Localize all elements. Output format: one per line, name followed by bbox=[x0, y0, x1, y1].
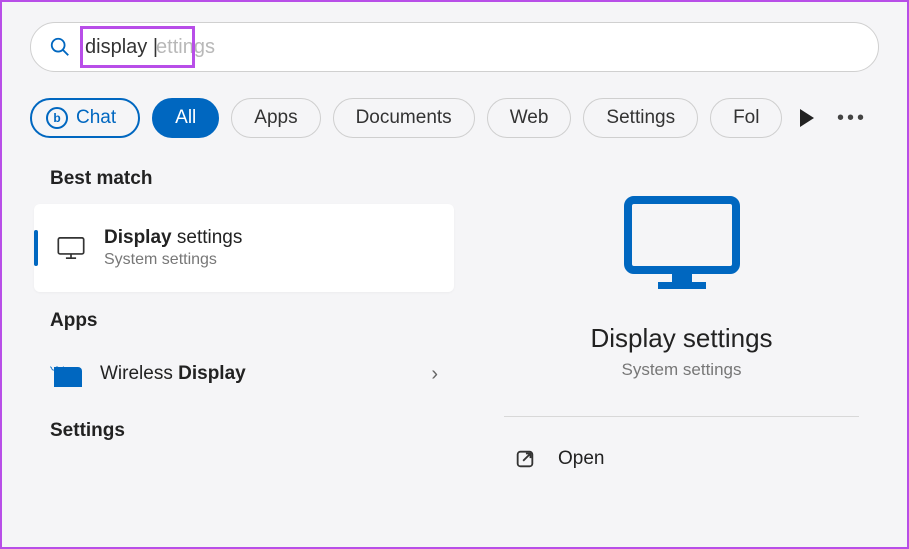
chat-chip[interactable]: b Chat bbox=[30, 98, 140, 138]
settings-chip[interactable]: Settings bbox=[583, 98, 698, 138]
display-large-icon bbox=[622, 194, 742, 294]
result-subtitle: System settings bbox=[104, 251, 242, 269]
scroll-right-arrow-icon[interactable] bbox=[800, 109, 814, 127]
search-input[interactable]: display | ettings bbox=[85, 36, 860, 59]
wireless-display-label: Wireless Display bbox=[100, 363, 246, 385]
documents-chip[interactable]: Documents bbox=[333, 98, 475, 138]
chevron-right-icon: › bbox=[431, 363, 438, 386]
all-chip[interactable]: All bbox=[152, 98, 219, 138]
web-chip[interactable]: Web bbox=[487, 98, 572, 138]
detail-subtitle: System settings bbox=[474, 360, 889, 380]
bing-icon: b bbox=[46, 107, 68, 129]
chat-chip-label: Chat bbox=[76, 107, 116, 129]
detail-title: Display settings bbox=[474, 323, 889, 354]
search-bar[interactable]: display | ettings bbox=[30, 22, 879, 72]
monitor-icon bbox=[56, 237, 86, 259]
wireless-display-app[interactable]: 〰 Wireless Display › bbox=[34, 346, 454, 402]
settings-section-header: Settings bbox=[50, 420, 454, 442]
filter-chips-row: b Chat All Apps Documents Web Settings F… bbox=[2, 84, 907, 164]
search-typed-text: display bbox=[85, 36, 147, 59]
more-options-icon[interactable]: ••• bbox=[837, 107, 867, 130]
apps-section-header: Apps bbox=[50, 310, 454, 332]
folders-chip[interactable]: Fol bbox=[710, 98, 782, 138]
open-action[interactable]: Open bbox=[474, 431, 889, 487]
wireless-display-icon: 〰 bbox=[50, 361, 82, 387]
best-match-result[interactable]: Display settings System settings bbox=[34, 204, 454, 292]
detail-pane: Display settings System settings Open bbox=[474, 164, 907, 543]
selection-accent bbox=[34, 230, 38, 266]
divider bbox=[504, 416, 859, 417]
result-title: Display settings bbox=[104, 227, 242, 249]
search-icon bbox=[49, 36, 71, 58]
best-match-header: Best match bbox=[50, 168, 454, 190]
open-external-icon bbox=[514, 448, 536, 470]
apps-chip[interactable]: Apps bbox=[231, 98, 320, 138]
results-column: Best match Display settings System setti… bbox=[34, 164, 454, 543]
search-placeholder-tail: ettings bbox=[156, 36, 215, 59]
open-label: Open bbox=[558, 448, 604, 470]
